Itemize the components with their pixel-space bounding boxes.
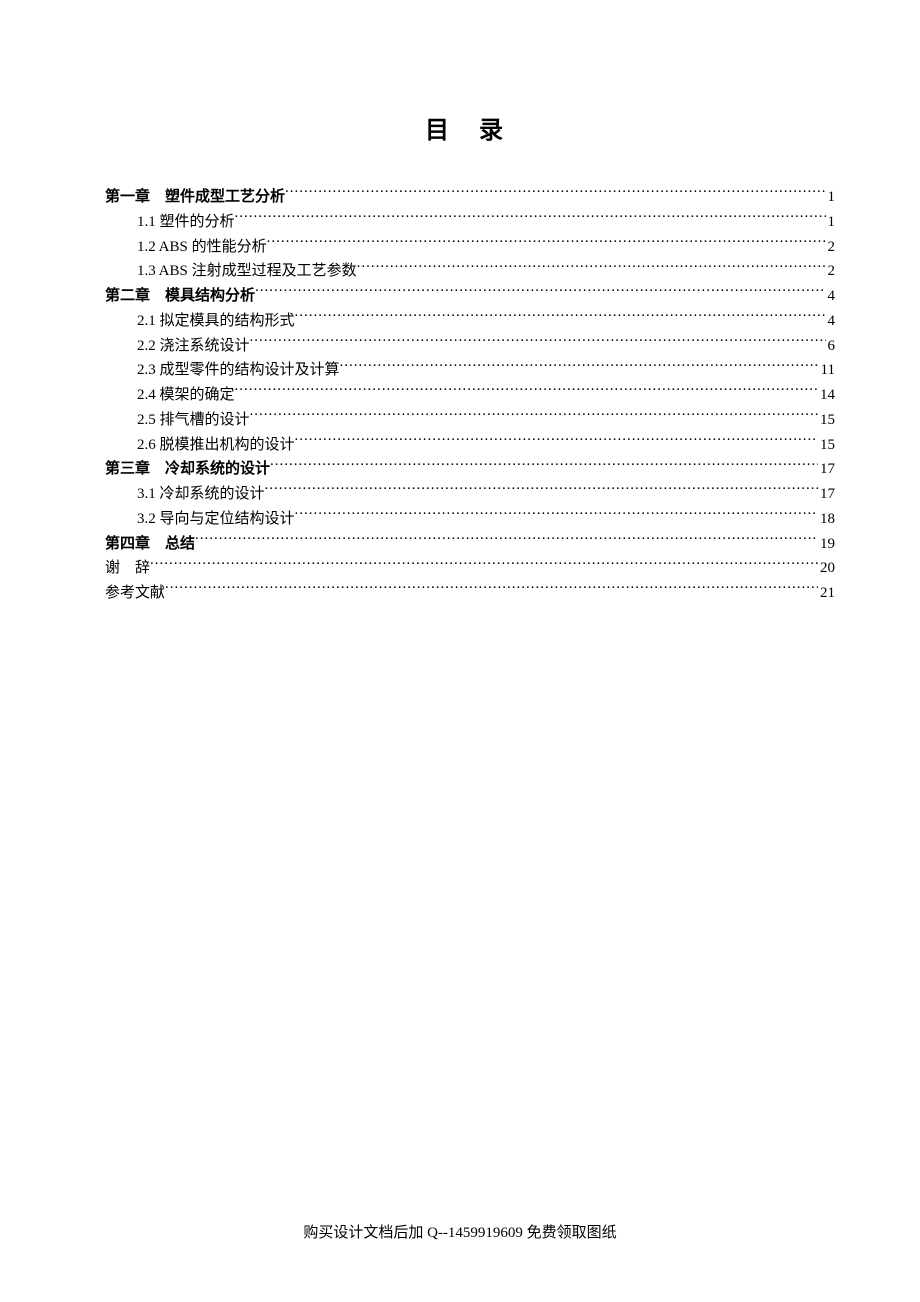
toc-entry-page: 11 (819, 358, 835, 383)
toc-entry-page: 15 (818, 433, 835, 458)
toc-entry-page: 1 (826, 185, 836, 210)
toc-entry-page: 4 (826, 309, 836, 334)
toc-entry-label: 2.1 拟定模具的结构形式 (137, 309, 295, 334)
toc-entry: 2.5 排气槽的设计 15 (105, 408, 835, 433)
toc-entry: 1.1 塑件的分析 1 (105, 210, 835, 235)
toc-leader-dots (265, 483, 818, 498)
toc-entry-page: 20 (818, 556, 835, 581)
table-of-contents: 第一章 塑件成型工艺分析11.1 塑件的分析11.2 ABS 的性能分析21.3… (105, 185, 835, 606)
toc-leader-dots (267, 236, 826, 251)
toc-entry-page: 14 (818, 383, 835, 408)
toc-entry-label: 2.2 浇注系统设计 (137, 334, 250, 359)
toc-entry: 第一章 塑件成型工艺分析 1 (105, 185, 835, 210)
toc-entry: 2.6 脱模推出机构的设计 15 (105, 433, 835, 458)
toc-entry: 1.2 ABS 的性能分析 2 (105, 235, 835, 260)
toc-title: 目 录 (105, 110, 835, 145)
toc-entry: 2.1 拟定模具的结构形式 4 (105, 309, 835, 334)
toc-entry-label: 3.1 冷却系统的设计 (137, 482, 265, 507)
toc-entry: 2.3 成型零件的结构设计及计算 11 (105, 358, 835, 383)
toc-entry-label: 1.1 塑件的分析 (137, 210, 235, 235)
toc-entry: 2.4 模架的确定 14 (105, 383, 835, 408)
toc-leader-dots (150, 557, 818, 572)
toc-entry-label: 第三章 冷却系统的设计 (105, 457, 270, 482)
toc-entry-label: 1.3 ABS 注射成型过程及工艺参数 (137, 259, 357, 284)
toc-entry-label: 第四章 总结 (105, 532, 195, 557)
toc-entry-page: 2 (826, 259, 836, 284)
toc-entry-label: 第一章 塑件成型工艺分析 (105, 185, 285, 210)
toc-entry-label: 2.5 排气槽的设计 (137, 408, 250, 433)
toc-entry-label: 谢 辞 (105, 556, 150, 581)
footer-text: 购买设计文档后加 Q--1459919609 免费领取图纸 (0, 1221, 920, 1242)
toc-leader-dots (340, 359, 819, 374)
toc-leader-dots (165, 582, 818, 597)
toc-leader-dots (295, 434, 818, 449)
toc-entry-page: 19 (818, 532, 835, 557)
toc-leader-dots (270, 458, 818, 473)
toc-entry-page: 4 (826, 284, 836, 309)
toc-leader-dots (235, 211, 826, 226)
toc-entry: 第二章 模具结构分析 4 (105, 284, 835, 309)
toc-entry-label: 参考文献 (105, 581, 165, 606)
toc-entry-page: 6 (826, 334, 836, 359)
toc-entry-label: 第二章 模具结构分析 (105, 284, 255, 309)
toc-entry: 参考文献 21 (105, 581, 835, 606)
toc-entry-page: 21 (818, 581, 835, 606)
toc-entry-label: 2.3 成型零件的结构设计及计算 (137, 358, 340, 383)
toc-entry-page: 17 (818, 457, 835, 482)
toc-entry: 第四章 总结 19 (105, 532, 835, 557)
toc-leader-dots (295, 310, 826, 325)
toc-entry-page: 2 (826, 235, 836, 260)
toc-entry-label: 2.6 脱模推出机构的设计 (137, 433, 295, 458)
toc-entry: 2.2 浇注系统设计 6 (105, 334, 835, 359)
toc-leader-dots (195, 533, 818, 548)
toc-entry-page: 17 (818, 482, 835, 507)
toc-entry: 3.1 冷却系统的设计 17 (105, 482, 835, 507)
toc-leader-dots (357, 260, 826, 275)
toc-entry-page: 1 (826, 210, 836, 235)
toc-leader-dots (295, 508, 818, 523)
toc-entry: 谢 辞 20 (105, 556, 835, 581)
toc-leader-dots (250, 335, 826, 350)
toc-entry: 1.3 ABS 注射成型过程及工艺参数 2 (105, 259, 835, 284)
toc-entry: 3.2 导向与定位结构设计 18 (105, 507, 835, 532)
document-page: 目 录 第一章 塑件成型工艺分析11.1 塑件的分析11.2 ABS 的性能分析… (0, 0, 920, 606)
toc-leader-dots (255, 285, 825, 300)
toc-entry-label: 1.2 ABS 的性能分析 (137, 235, 267, 260)
toc-entry-page: 18 (818, 507, 835, 532)
toc-leader-dots (285, 186, 825, 201)
toc-entry-label: 3.2 导向与定位结构设计 (137, 507, 295, 532)
toc-entry: 第三章 冷却系统的设计 17 (105, 457, 835, 482)
toc-leader-dots (235, 384, 818, 399)
toc-entry-page: 15 (818, 408, 835, 433)
toc-entry-label: 2.4 模架的确定 (137, 383, 235, 408)
toc-leader-dots (250, 409, 818, 424)
